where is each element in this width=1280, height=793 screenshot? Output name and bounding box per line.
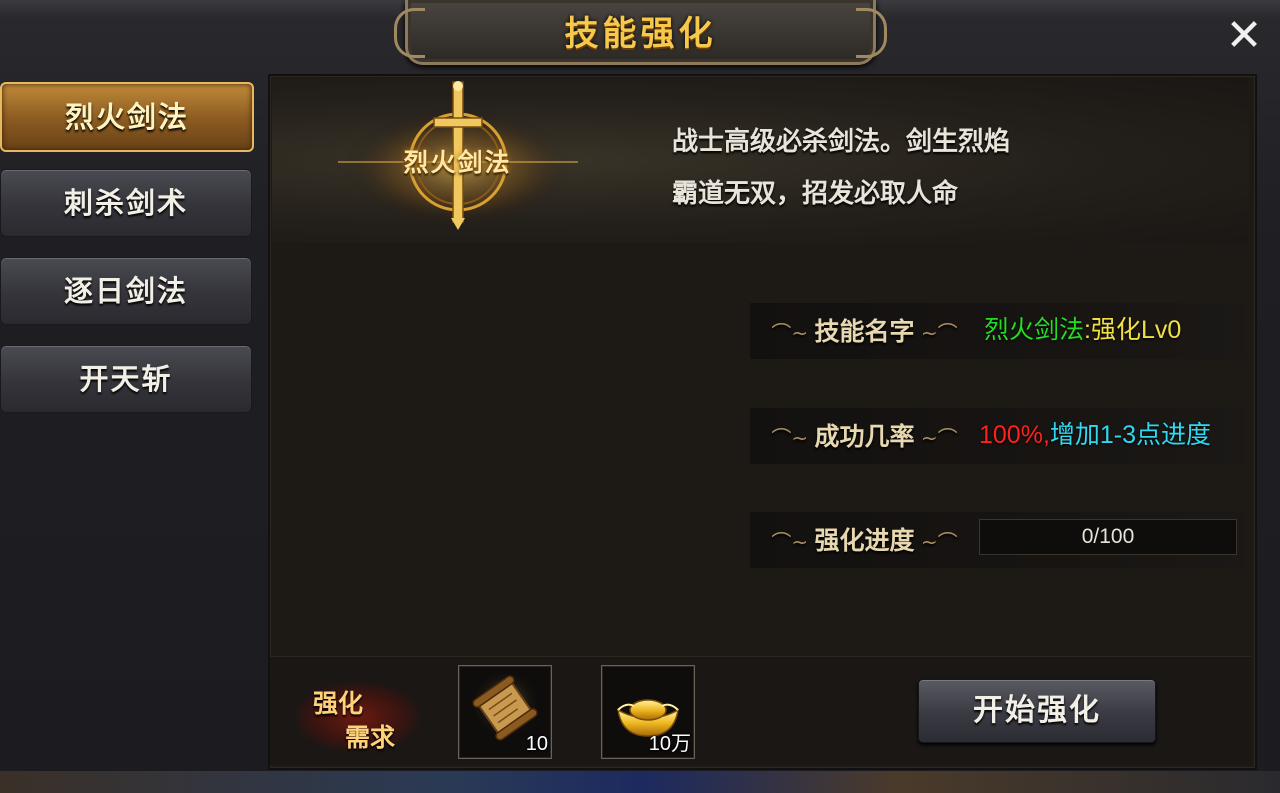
- close-icon[interactable]: ✕: [1222, 14, 1266, 58]
- skill-description-line-1: 战士高级必杀剑法。剑生烈焰: [672, 127, 1011, 157]
- success-rate-value: 100%,增加1-3点进度: [979, 421, 1212, 449]
- requirements-label-top: 强化: [313, 689, 364, 718]
- success-rate-label: ⌒~ 成功几率 ~⌒: [771, 422, 958, 451]
- skill-tab-liehuo[interactable]: 烈火剑法: [0, 82, 254, 152]
- skill-tab-kaitian[interactable]: 开天斩: [0, 345, 252, 413]
- progress-text: 0/100: [1081, 525, 1135, 548]
- skill-name-value: 烈火剑法:强化Lv0: [984, 316, 1182, 344]
- requirements-label-bottom: 需求: [345, 723, 396, 752]
- background-game-strip: [0, 771, 1280, 793]
- skill-name-label: ⌒~ 技能名字 ~⌒: [771, 317, 958, 346]
- window-title: 技能强化: [564, 14, 717, 54]
- gold-count: 10万: [648, 733, 691, 755]
- scroll-count: 10: [525, 733, 548, 755]
- skill-tab-cisha[interactable]: 刺杀剑术: [0, 169, 252, 237]
- progress-bar: 0/100: [979, 519, 1237, 555]
- start-enhance-button[interactable]: 开始强化: [918, 679, 1156, 743]
- skill-description-line-2: 霸道无双，招发必取人命: [672, 179, 959, 209]
- title-plate: 技能强化: [394, 0, 887, 65]
- emblem-skill-name: 烈火剑法: [403, 148, 512, 177]
- requirements-label: 强化 需求: [295, 682, 420, 752]
- progress-label: ⌒~ 强化进度 ~⌒: [771, 526, 958, 555]
- requirement-slot-scroll[interactable]: 10: [458, 665, 552, 759]
- skill-tab-zhuri[interactable]: 逐日剑法: [0, 257, 252, 325]
- requirement-slot-gold[interactable]: 10万: [601, 665, 695, 759]
